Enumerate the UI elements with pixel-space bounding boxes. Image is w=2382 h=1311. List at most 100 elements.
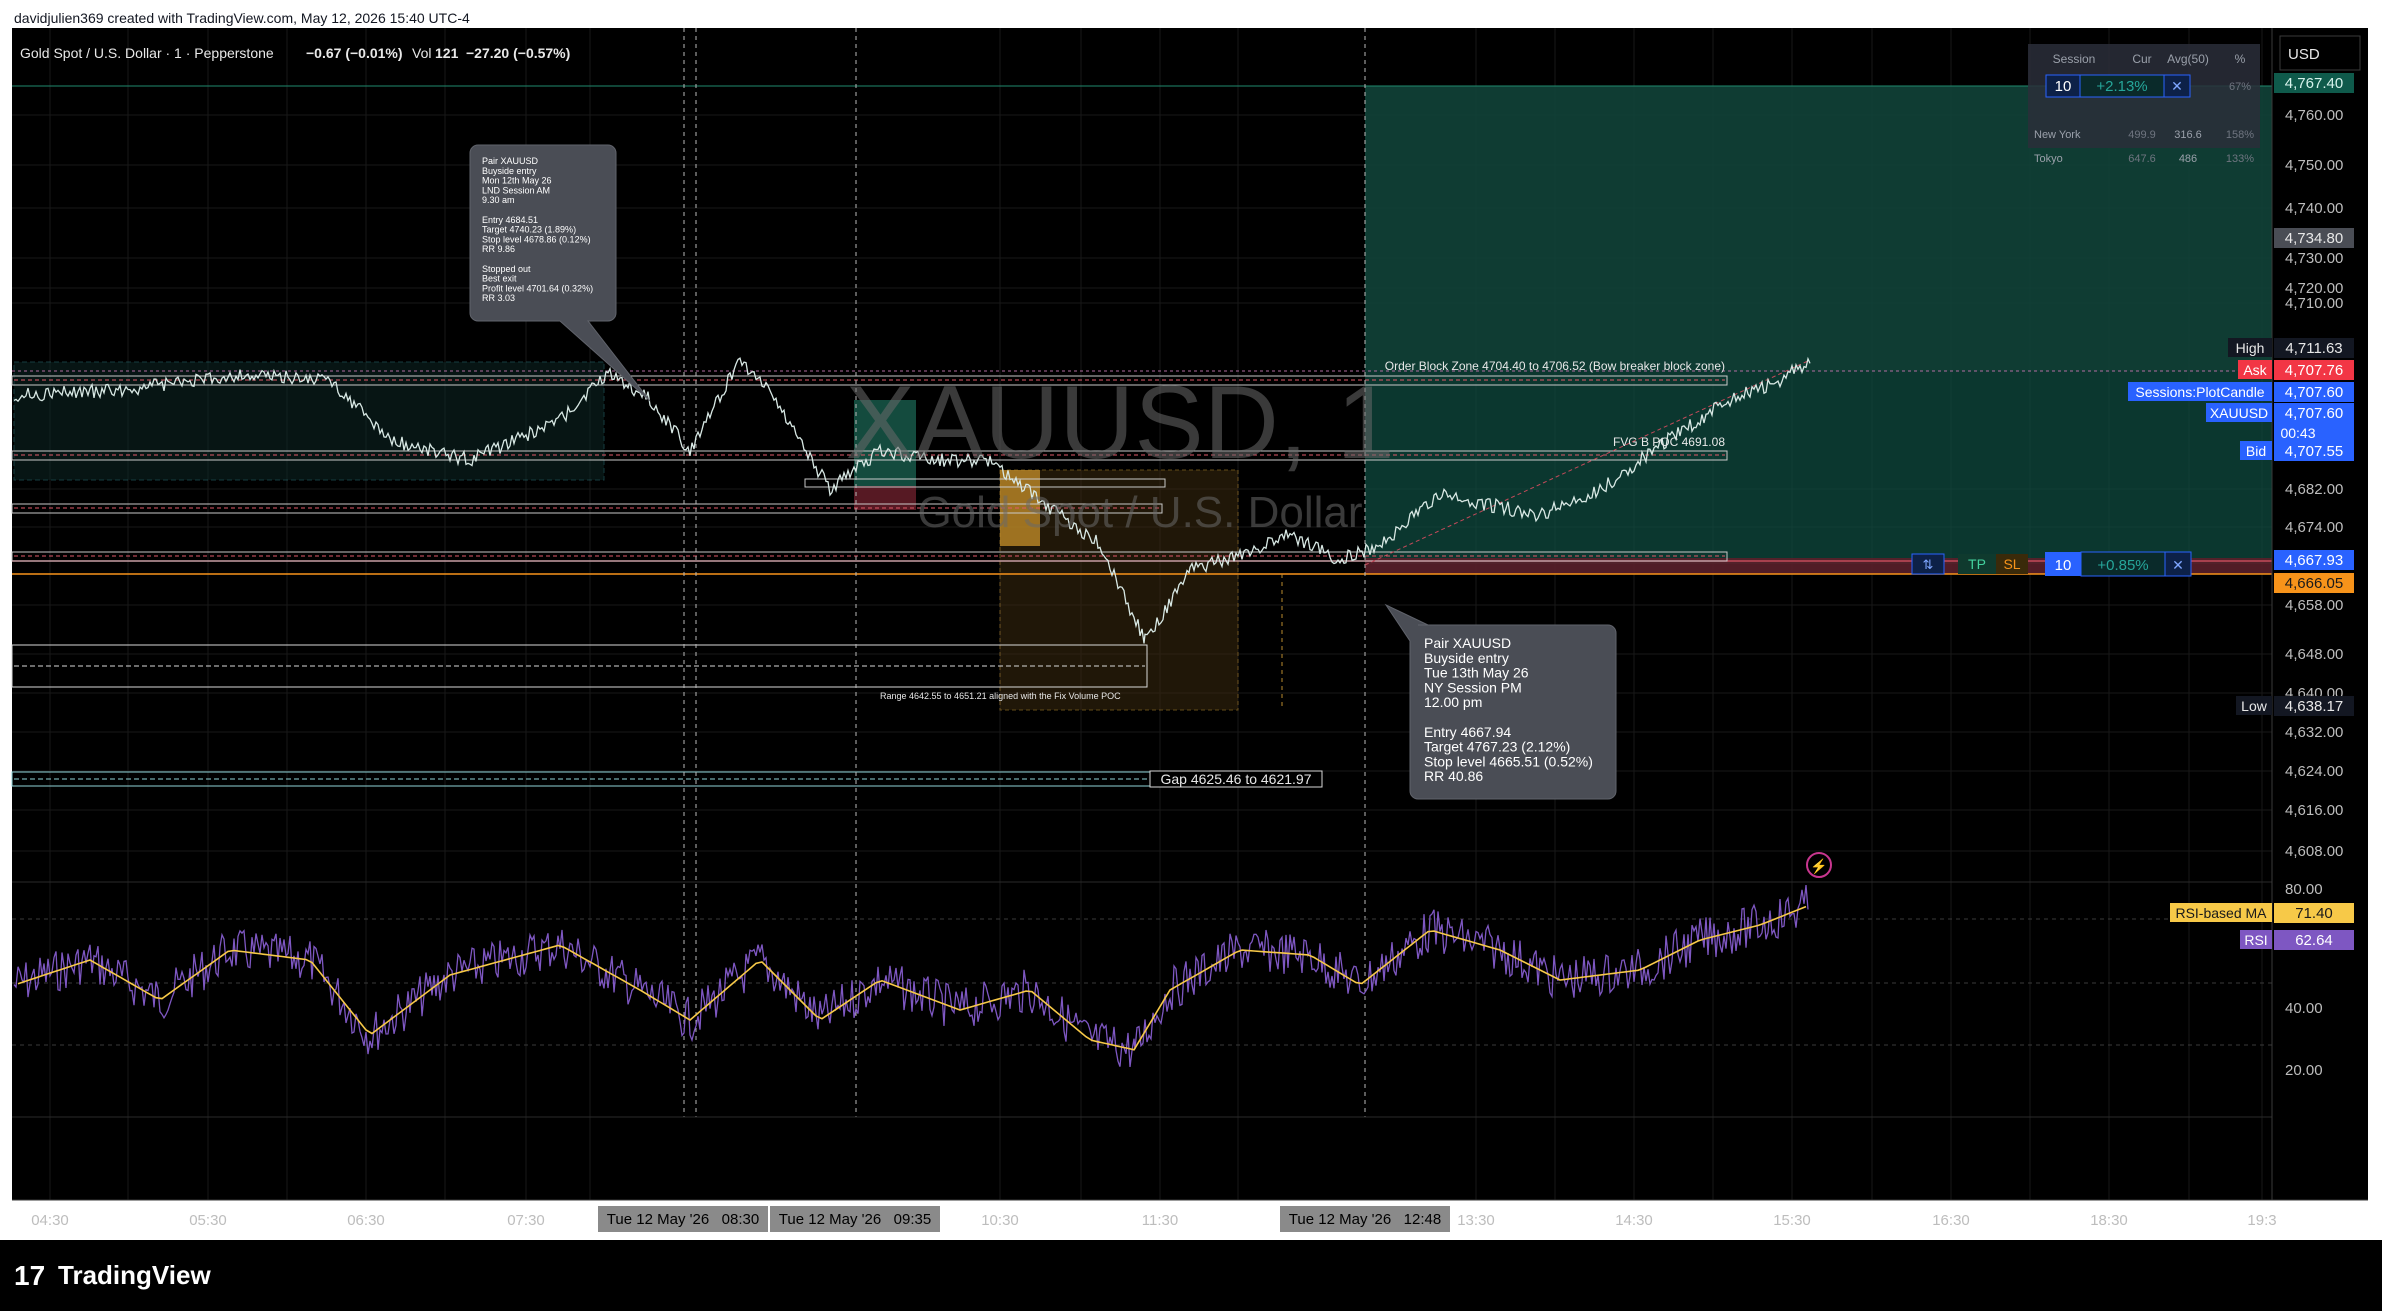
stop-price-label: 4,666.05 [2285,575,2343,592]
sessions-row-avg: 486 [2179,153,2197,165]
callout-line: Buyside entry [482,166,537,176]
price-tick-label: 4,632.00 [2285,724,2343,741]
tradingview-brand: TradingView [58,1260,211,1290]
price-tick-label: 4,760.00 [2285,107,2343,124]
callout-line: RR 40.86 [1424,768,1483,784]
fvg-label: FVG B POC 4691.08 [1613,435,1725,449]
countdown-label: 00:43 [2280,425,2315,441]
time-tick-label: 07:30 [507,1212,545,1229]
tp-label: TP [1968,556,1986,572]
callout-line: Stopped out [482,264,531,274]
sessions-row-name: Tokyo [2034,153,2063,165]
sessions-header: Cur [2132,52,2151,66]
price-tick-label: 4,750.00 [2285,157,2343,174]
callout-line: Profit level 4701.64 (0.32%) [482,283,593,293]
time-tick-label: 16:00 [1853,1212,1891,1229]
sl-label: SL [2003,556,2020,572]
sessions-tag: Sessions:PlotCandle [2135,384,2264,400]
long-position-red-box [854,486,916,510]
low-tag: Low [2241,698,2268,714]
tradingview-logo-icon: 17 [14,1260,45,1291]
time-tick-label: 19:00 [2170,1212,2208,1229]
footer-background [0,1240,2382,1311]
callout-line: RR 9.86 [482,244,515,254]
volume-label: Vol [412,45,431,61]
rsi-ma-tag: RSI-based MA [2175,905,2267,921]
sessions-price-label: 4,707.60 [2285,384,2343,401]
watermark-symbol: XAUUSD, 1 [845,365,1394,481]
callout-line: Pair XAUUSD [482,156,539,166]
trading-chart[interactable]: XAUUSD, 1 Gold Spot / U.S. Dollar Order … [0,0,2382,1311]
time-tick-label: 19:3 [2247,1212,2276,1229]
rsi-tick-label: 40.00 [2285,1000,2323,1017]
price-tick-label: 4,658.00 [2285,597,2343,614]
price-tick-label: 4,710.00 [2285,295,2343,312]
time-tick-label: 11:00 [1062,1212,1100,1229]
time-tick-label: 04:30 [31,1212,69,1229]
callout-line: Buyside entry [1424,650,1509,666]
sessions-row-avg: 316.6 [2174,129,2202,141]
time-tick-label: 11:30 [1142,1212,1178,1229]
symbol-tag: XAUUSD [2210,405,2268,421]
callout-line: Pair XAUUSD [1424,635,1511,651]
ask-price-label: 4,707.76 [2285,362,2343,379]
entry-price-label: 4,667.93 [2285,552,2343,569]
time-tick-label: 15:00 [1694,1212,1732,1229]
sessions-row-pct: 133% [2226,153,2254,165]
time-tick-label: 07:00 [426,1212,464,1229]
symbol-description[interactable]: Gold Spot / U.S. Dollar · 1 · Pepperston… [20,45,274,61]
sessions-row-name: New York [2034,129,2081,141]
callout-line: Best exit [482,274,517,284]
ask-tag: Ask [2243,362,2267,378]
callout-line: Mon 12th May 26 [482,176,552,186]
sessions-table: Session Cur Avg(50)% New York 499.9 316.6 158… [2028,44,2260,165]
low-price-label: 4,638.17 [2285,698,2343,715]
gap-label: Gap 4625.46 to 4621.97 [1160,771,1311,787]
price-tick-label: 4,674.00 [2285,519,2343,536]
sessions-overlay-pct: +2.13% [2096,78,2147,95]
bid-price-label: 4,707.55 [2285,443,2343,460]
order-arrows-icon: ⇅ [1923,557,1934,572]
time-tick-label: 08 [582,1212,599,1229]
callout-line: 9.30 am [482,195,515,205]
sessions-header: Avg(50) [2167,52,2209,66]
callout-line: Target 4767.23 (2.12%) [1424,739,1570,755]
price-tick-label: 4,682.00 [2285,481,2343,498]
callout-line: Entry 4684.51 [482,215,538,225]
price-tick-label: 4,648.00 [2285,646,2343,663]
price-tick-label: 4,616.00 [2285,802,2343,819]
close-icon: ✕ [2171,78,2183,94]
currency-label: USD [2288,46,2320,63]
callout-line: Entry 4667.94 [1424,724,1511,740]
time-tick-label: 13:30 [1457,1212,1495,1229]
time-tick-label: 14:00 [1536,1212,1574,1229]
callout-2[interactable]: Pair XAUUSDBuyside entryTue 13th May 26N… [1384,603,1617,800]
price-tick-label: 4,740.00 [2285,200,2343,217]
range-label: Range 4642.55 to 4651.21 aligned with th… [880,691,1121,701]
rsi-tag: RSI [2244,932,2267,948]
rsi-tick-label: 80.00 [2285,881,2323,898]
time-tick-label: 18:30 [2090,1212,2128,1229]
sessions-row-cur: 499.9 [2128,129,2156,141]
lightning-glyph: ⚡ [1810,858,1827,875]
high-tag: High [2236,340,2265,356]
tradingview-logo: 17 TradingView [14,1260,211,1291]
callout-line: RR 3.03 [482,293,515,303]
time-highlight-3: Tue 12 May '26 12:48 [1289,1211,1441,1228]
time-tick-label: 15:30 [1773,1212,1811,1229]
time-tick-label: 05:00 [109,1212,147,1229]
time-tick-label: 10:30 [981,1212,1019,1229]
time-highlight-2: Tue 12 May '26 09:35 [779,1211,931,1228]
order-qty: 10 [2055,557,2072,574]
price-tick-label: 4,730.00 [2285,250,2343,267]
sessions-row-cur: 647.6 [2128,153,2156,165]
target-price-label: 4,767.40 [2285,75,2343,92]
callout-line: Stop level 4665.51 (0.52%) [1424,753,1593,769]
time-tick-label: 05:30 [189,1212,227,1229]
callout-line: Target 4740.23 (1.89%) [482,225,576,235]
bid-tag: Bid [2246,443,2266,459]
callout-line: NY Session PM [1424,679,1522,695]
time-tick-label: 06:00 [268,1212,306,1229]
volume-value: 121 [435,45,459,61]
sessions-row-pct: 158% [2226,129,2254,141]
